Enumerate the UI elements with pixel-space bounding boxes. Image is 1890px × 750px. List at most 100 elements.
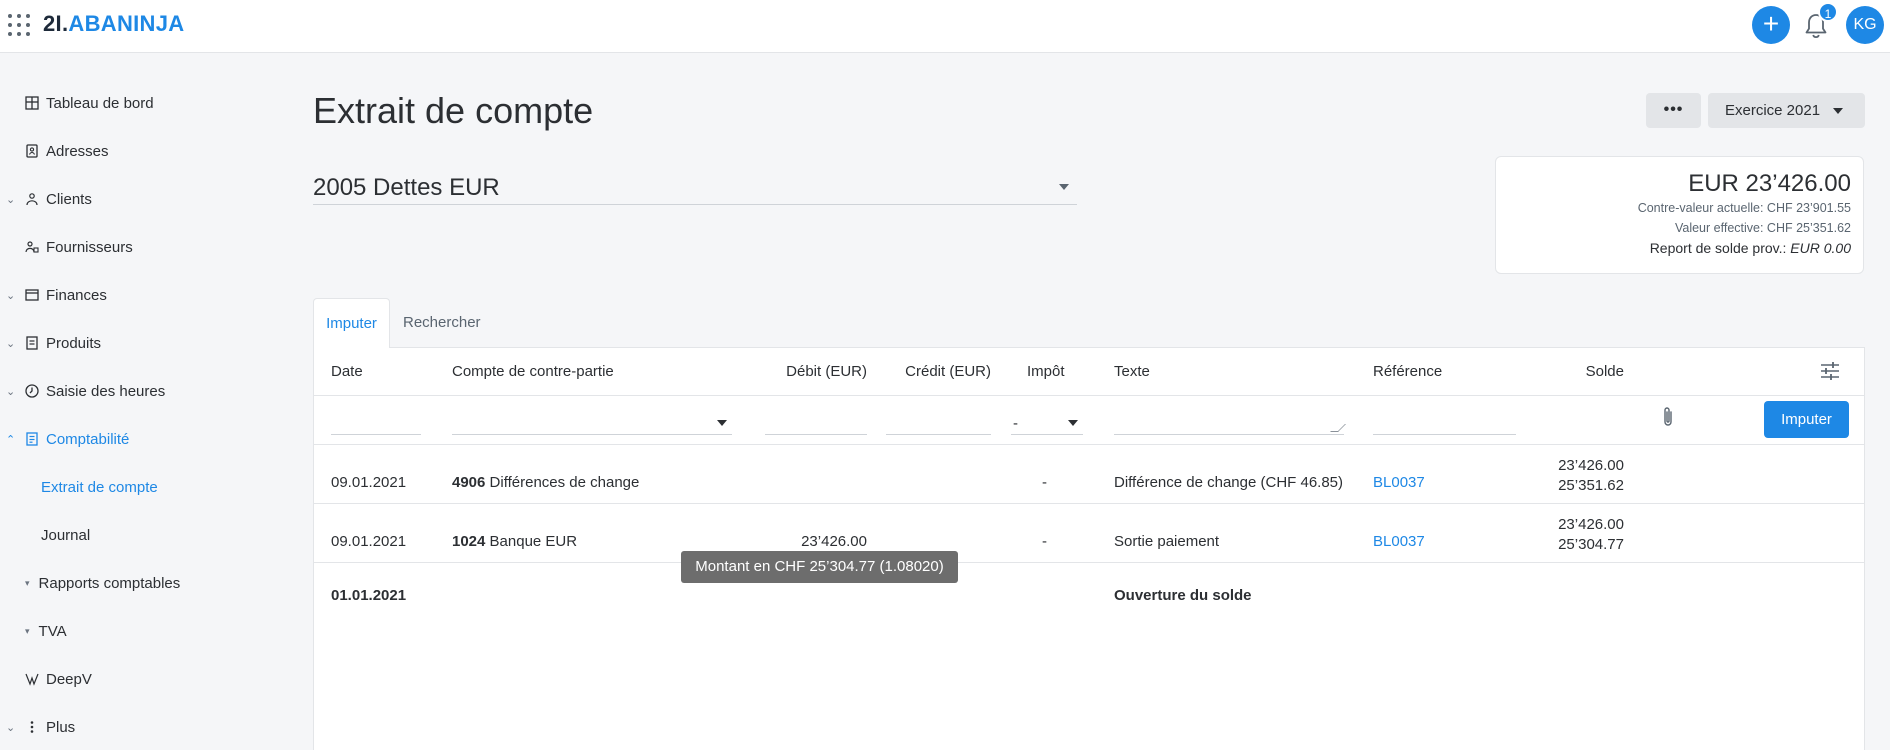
sidebar-item-label: Fournisseurs [46,238,133,256]
header-text: Texte [1114,363,1150,380]
current-countervalue: Contre-valeur actuelle: CHF 23’901.55 [1637,201,1851,215]
apps-grid-icon[interactable] [8,14,30,36]
row2-text: Sortie paiement [1114,533,1220,550]
header-date: Date [331,363,363,380]
tab-search[interactable]: Rechercher [403,298,481,348]
dashboard-icon [24,95,40,111]
sidebar-item-label: Tableau de bord [46,94,154,112]
balance-card: EUR 23’426.00 Contre-valeur actuelle: CH… [1495,156,1864,274]
fiscal-year-label: Exercice 2021 [1725,102,1821,119]
row2-date: 09.01.2021 [331,533,407,550]
text-input[interactable] [1114,398,1346,435]
entries-table: Date Compte de contre-partie Débit (EUR)… [313,347,1865,750]
sidebar-item-finances[interactable]: ⌄ Finances [0,275,300,315]
sidebar-item-more[interactable]: ⌄ Plus [0,707,300,747]
caret-down-icon [717,420,727,426]
suppliers-icon [24,239,40,255]
more-vertical-icon [24,719,40,735]
sidebar-item-deepv[interactable]: DeepV [0,659,300,699]
effective-value: Valeur effective: CHF 25’351.62 [1674,221,1851,235]
row1-account-number: 4906 [452,474,486,491]
sidebar-item-vat[interactable]: ▾ TVA [25,611,67,651]
divider [314,395,1864,396]
tax-select[interactable]: - [1011,398,1083,435]
deepv-icon [24,671,40,687]
top-bar: 2I.ABANINJA + 1 KG [0,0,1890,53]
carryover-value: EUR 0.00 [1790,240,1851,256]
paperclip-icon[interactable] [1661,405,1675,429]
chevron-down-icon: ⌄ [6,193,16,206]
caret-down-icon [1059,184,1069,190]
accounting-icon [24,431,40,447]
sidebar-item-label: TVA [38,622,67,640]
row1-contra-account: 4906 Différences de change [452,474,639,491]
sidebar-item-label: Clients [46,190,92,208]
opening-date: 01.01.2021 [331,587,407,604]
create-button[interactable]: + [1752,6,1790,44]
row2-reference-link[interactable]: BL0037 [1373,533,1425,550]
sidebar-item-addresses[interactable]: Adresses [0,131,300,171]
sidebar-item-label: Saisie des heures [46,382,166,400]
account-select[interactable]: 2005 Dettes EUR [313,170,1077,205]
contra-account-select[interactable] [452,398,732,435]
reference-input[interactable] [1373,398,1516,435]
imputer-button[interactable]: Imputer [1764,401,1849,438]
page-title: Extrait de compte [313,90,594,131]
sidebar-item-accounting-reports[interactable]: ▾ Rapports comptables [25,563,180,603]
divider [314,444,1864,445]
row2-account-name: Banque EUR [489,533,578,550]
clock-icon [24,383,40,399]
sidebar-item-dashboard[interactable]: Tableau de bord [0,83,300,123]
sidebar-item-label: Plus [46,718,76,736]
tax-select-value: - [1013,415,1018,432]
row2-contra-account: 1024 Banque EUR [452,533,577,550]
account-select-value: 2005 Dettes EUR [313,174,500,201]
row2-debit: 23’426.00 [801,533,867,550]
chevron-down-icon: ⌄ [6,721,16,734]
caret-down-icon [1833,108,1843,114]
finances-icon [24,287,40,303]
sidebar-item-label: Rapports comptables [38,574,181,592]
row1-account-name: Différences de change [489,474,640,491]
header-contra-account: Compte de contre-partie [452,363,614,380]
avatar[interactable]: KG [1846,6,1884,44]
row1-reference-link[interactable]: BL0037 [1373,474,1425,491]
row1-date: 09.01.2021 [331,474,407,491]
caret-down-icon [1068,420,1078,426]
row1-text: Différence de change (CHF 46.85) [1114,474,1344,491]
chevron-down-icon: ▾ [25,577,30,588]
chevron-down-icon: ▾ [25,625,30,636]
date-input[interactable] [331,398,421,435]
sidebar-item-accounting[interactable]: ⌃ Comptabilité [0,419,300,459]
tab-imputer[interactable]: Imputer [313,298,390,348]
sidebar-item-suppliers[interactable]: Fournisseurs [0,227,300,267]
divider [314,503,1864,504]
sidebar-item-clients[interactable]: ⌄ Clients [0,179,300,219]
sidebar-item-journal[interactable]: Journal [41,515,90,555]
row2-balance-chf: 25’304.77 [1558,536,1624,553]
address-book-icon [24,143,40,159]
row2-account-number: 1024 [452,533,486,550]
more-options-button[interactable]: ••• [1646,93,1701,128]
sidebar-item-time-tracking[interactable]: ⌄ Saisie des heures [0,371,300,411]
fiscal-year-dropdown[interactable]: Exercice 2021 [1708,93,1865,128]
resize-handle-icon[interactable] [1330,424,1346,432]
row2-balance: 23’426.00 [1558,516,1624,533]
header-tax: Impôt [1027,363,1065,380]
notification-badge: 1 [1818,2,1838,22]
sidebar-item-label: Adresses [46,142,109,160]
row2-tax: - [1042,533,1047,550]
header-balance: Solde [1585,363,1624,380]
chevron-down-icon: ⌄ [6,337,16,350]
products-icon [24,335,40,351]
logo[interactable]: 2I.ABANINJA [43,11,184,37]
sidebar-item-account-statement[interactable]: Extrait de compte [41,467,158,507]
header-debit: Débit (EUR) [786,363,867,380]
sidebar-item-products[interactable]: ⌄ Produits [0,323,300,363]
column-settings-icon[interactable] [1819,361,1841,381]
debit-input[interactable] [765,398,867,435]
clients-icon [24,191,40,207]
credit-input[interactable] [886,398,991,435]
chevron-up-icon: ⌃ [6,433,16,446]
sidebar: Tableau de bord Adresses ⌄ Clients Fourn… [0,54,300,750]
